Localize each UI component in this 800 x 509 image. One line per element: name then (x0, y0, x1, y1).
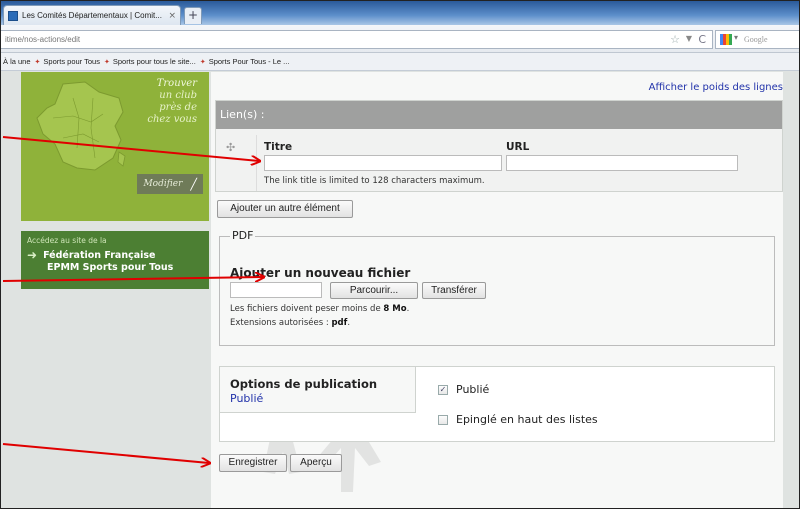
browse-button[interactable]: Parcourir... (330, 282, 418, 299)
links-header: Lien(s) : (216, 101, 782, 129)
published-label: Publié (456, 383, 490, 396)
federation-title-row: ➜ Fédération Française (27, 248, 203, 262)
publication-tab[interactable]: Options de publication Publié (220, 367, 416, 413)
url-dropdown-icon[interactable]: ▼ (686, 34, 692, 43)
published-checkbox[interactable]: ✓ (438, 384, 448, 395)
search-box[interactable]: ▾ Google (715, 30, 799, 49)
file-path-input[interactable] (230, 282, 322, 298)
federation-title: Fédération Française (43, 249, 156, 261)
link-url-input[interactable] (506, 155, 738, 171)
pinned-checkbox[interactable] (438, 414, 448, 425)
france-map-icon (36, 81, 126, 171)
url-text: itime/nos-actions/edit (5, 35, 81, 44)
bookmark-favicon-icon: ✦ (34, 58, 41, 66)
browser-tab-bar: Les Comités Départementaux | Comit... × … (1, 1, 799, 25)
add-element-button[interactable]: Ajouter un autre élément (217, 200, 353, 218)
show-row-weights-link[interactable]: Afficher le poids des lignes (649, 82, 783, 93)
bookmark-favicon-icon: ✦ (199, 58, 206, 66)
bookmark-label: Sports pour tous le site... (112, 57, 196, 66)
links-panel: Lien(s) : ✣ Titre URL The link title is … (215, 100, 783, 192)
new-tab-button[interactable]: + (184, 7, 202, 24)
federation-subtitle: EPMM Sports pour Tous (47, 262, 174, 273)
arrow-right-icon: ➜ (27, 248, 38, 262)
bookmark-item[interactable]: ✦ Sports pour Tous (35, 57, 100, 66)
file-extension-help: Extensions autorisées : pdf. (230, 318, 350, 328)
bookmark-star-icon[interactable]: ☆ (670, 33, 680, 46)
publication-title: Options de publication (230, 377, 378, 391)
close-tab-icon[interactable]: × (168, 11, 176, 21)
link-title-help: The link title is limited to 128 charact… (264, 176, 485, 186)
add-file-title: Ajouter un nouveau fichier (230, 266, 411, 280)
bookmark-item[interactable]: ✦ Sports Pour Tous - Le ... (200, 57, 290, 66)
published-checkbox-row[interactable]: ✓ Publié (438, 383, 489, 396)
browser-tab[interactable]: Les Comités Départementaux | Comit... × (3, 5, 181, 25)
help-text: . (347, 318, 351, 328)
help-text: Les fichiers doivent peser moins de (230, 304, 384, 314)
find-club-line: chez vous (147, 114, 197, 125)
bookmark-favicon-icon: ✦ (103, 58, 110, 66)
find-club-text: Trouver un club près de chez vous (147, 78, 197, 126)
bookmark-label: À la une (3, 57, 31, 66)
help-value: 8 Mo (383, 304, 407, 314)
modify-label: Modifier (143, 179, 183, 189)
bookmark-item[interactable]: ✦ Sports pour tous le site... (104, 57, 196, 66)
link-title-label: Titre (264, 141, 293, 153)
row-divider (256, 135, 257, 191)
link-title-input[interactable] (264, 155, 502, 171)
publication-options: Options de publication Publié ✓ Publié E… (219, 366, 775, 442)
save-button[interactable]: Enregistrer (219, 454, 287, 472)
modify-button[interactable]: Modifier ╱ (137, 174, 203, 194)
page-body: Trouver un club près de chez vous Modifi… (1, 72, 799, 508)
reload-icon[interactable]: C (698, 33, 706, 46)
help-text: . (406, 304, 410, 314)
pinned-checkbox-row[interactable]: Epinglé en haut des listes (438, 413, 598, 426)
pinned-label: Epinglé en haut des listes (456, 413, 598, 426)
tab-title: Les Comités Départementaux | Comit... (22, 11, 162, 20)
preview-button[interactable]: Aperçu (290, 454, 342, 472)
link-url-label: URL (506, 141, 530, 153)
help-text: Extensions autorisées : (230, 318, 332, 328)
help-value: pdf (331, 318, 348, 328)
edit-form: Afficher le poids des lignes Lien(s) : ✣… (211, 72, 783, 508)
find-club-line: Trouver (156, 78, 197, 89)
bookmark-item[interactable]: À la une (3, 57, 31, 66)
bookmark-label: Sports pour Tous (43, 57, 100, 66)
google-icon (720, 34, 732, 45)
find-club-line: près de (159, 102, 197, 113)
upload-button[interactable]: Transférer (422, 282, 486, 299)
bookmarks-bar: À la une ✦ Sports pour Tous ✦ Sports pour … (1, 53, 799, 71)
find-club-map[interactable]: Trouver un club près de chez vous Modifi… (21, 72, 209, 221)
publication-status: Publié (230, 392, 264, 405)
pdf-legend: PDF (230, 229, 256, 242)
pdf-fieldset: PDF Ajouter un nouveau fichier Parcourir… (219, 229, 775, 346)
drag-handle-icon[interactable]: ✣ (226, 141, 235, 154)
search-engine-dropdown-icon[interactable]: ▾ (734, 33, 738, 42)
bookmark-label: Sports Pour Tous - Le ... (208, 57, 290, 66)
federation-intro: Accédez au site de la (27, 236, 107, 245)
pencil-icon: ╱ (190, 177, 197, 191)
favicon-icon (8, 10, 18, 21)
search-placeholder: Google (744, 35, 768, 44)
screenshot-frame: Les Comités Départementaux | Comit... × … (0, 0, 800, 509)
find-club-line: un club (159, 90, 197, 101)
browser-nav-bar: itime/nos-actions/edit ☆ ▼ C ▾ Google (1, 25, 799, 53)
address-bar[interactable]: itime/nos-actions/edit ☆ ▼ C (1, 30, 713, 49)
federation-link-banner[interactable]: Accédez au site de la ➜ Fédération Franç… (21, 231, 209, 289)
file-size-help: Les fichiers doivent peser moins de 8 Mo… (230, 304, 409, 314)
